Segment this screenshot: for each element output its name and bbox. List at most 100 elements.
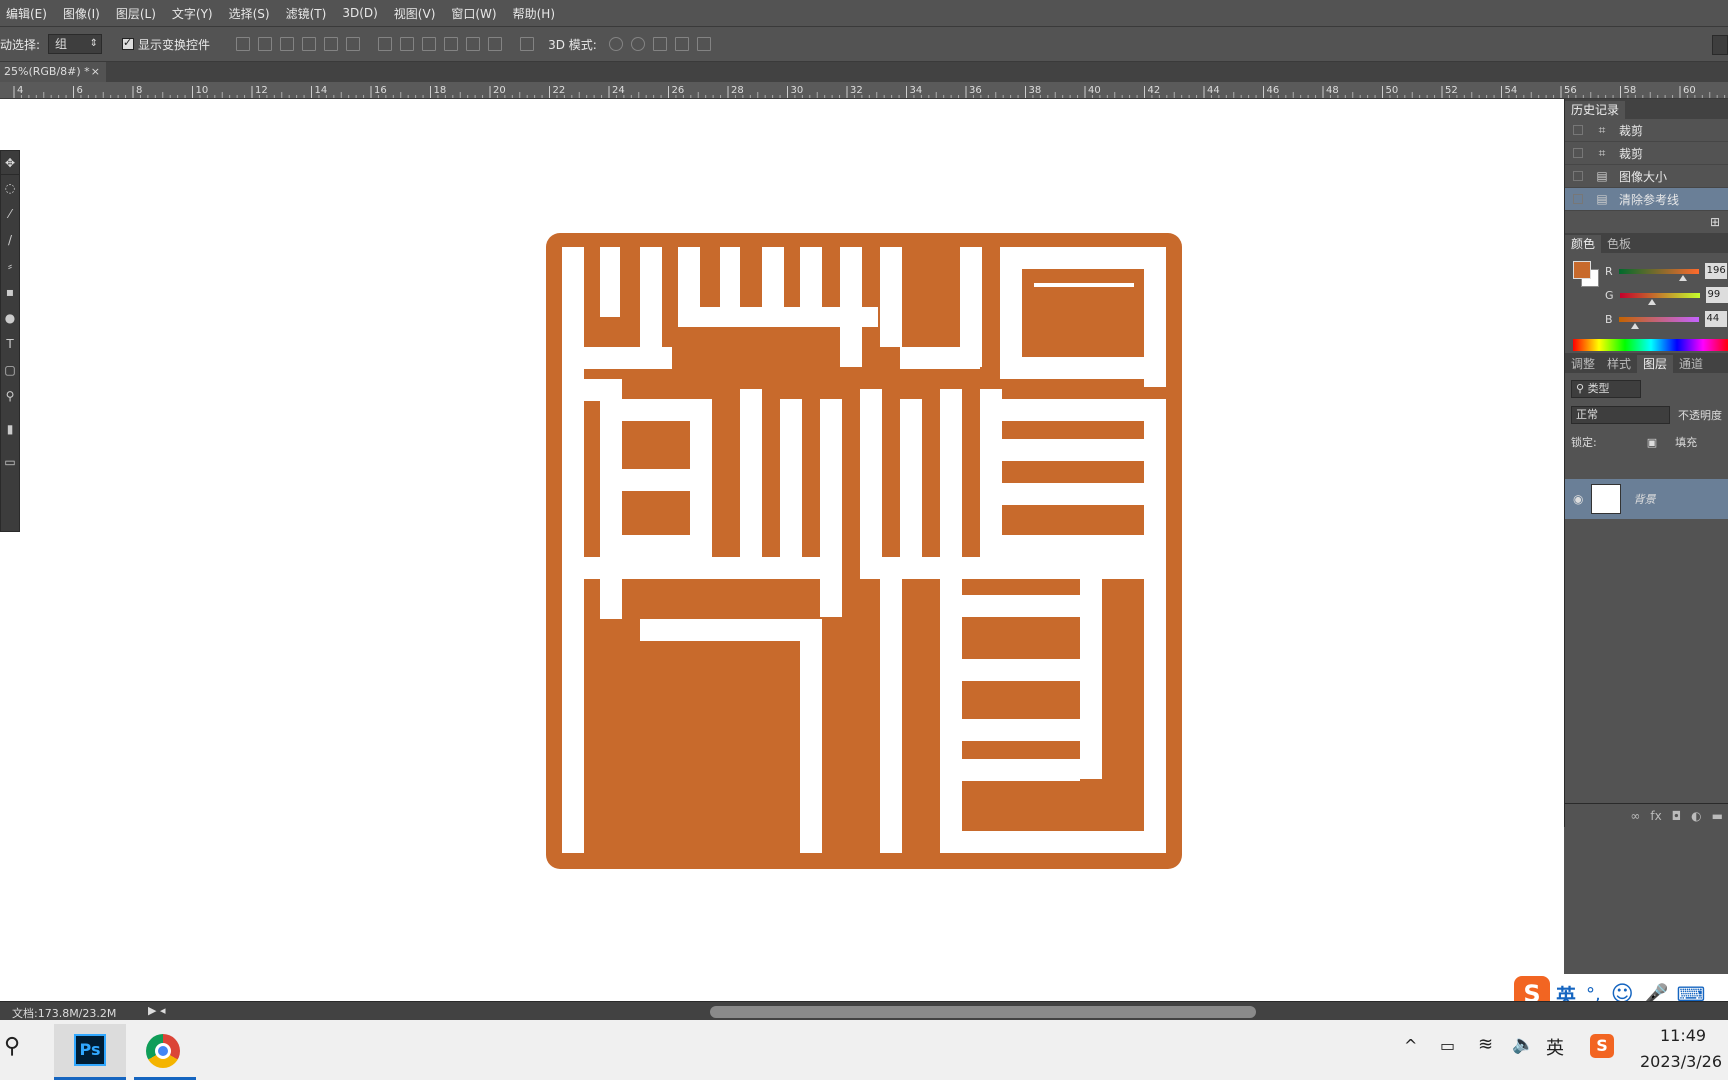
b-slider[interactable]: [1618, 316, 1699, 329]
color-swatch-icon[interactable]: ▮: [1, 409, 19, 449]
ruler-label: 20: [493, 85, 506, 96]
auto-select-dropdown[interactable]: 组: [48, 34, 103, 54]
b-value[interactable]: 44: [1704, 311, 1727, 327]
history-item[interactable]: ⌗ 裁剪: [1565, 142, 1728, 165]
menu-3d[interactable]: 3D(D): [342, 6, 377, 20]
sogou-tray-icon[interactable]: S: [1590, 1034, 1614, 1058]
photoshop-icon: Ps: [74, 1034, 106, 1066]
distribute-vcenter-icon[interactable]: [400, 37, 415, 51]
tab-styles[interactable]: 样式: [1601, 355, 1637, 373]
chrome-icon: [146, 1034, 180, 1068]
dodge-tool-icon[interactable]: ●: [1, 305, 19, 331]
tray-lang[interactable]: 英: [1546, 1034, 1564, 1060]
menu-edit[interactable]: 编辑(E): [6, 5, 47, 22]
auto-align-icon[interactable]: [520, 37, 535, 51]
auto-select-label: 动选择:: [0, 37, 41, 52]
align-left-icon[interactable]: [302, 37, 317, 51]
tab-layers[interactable]: 图层: [1637, 355, 1674, 373]
shape-tool-icon[interactable]: ▢: [1, 357, 19, 383]
zoom-tool-icon[interactable]: ⚲: [1, 383, 19, 409]
document-tab[interactable]: 25%(RGB/8#) * ×: [0, 62, 106, 82]
menu-type[interactable]: 文字(Y): [172, 5, 213, 22]
color-spectrum[interactable]: [1573, 339, 1728, 351]
show-transform-checkbox[interactable]: [122, 36, 135, 50]
eye-icon[interactable]: ◉: [1573, 492, 1583, 506]
drag-3d-icon[interactable]: [652, 37, 667, 51]
tab-adjustments[interactable]: 调整: [1565, 355, 1601, 373]
history-item[interactable]: ▤ 图像大小: [1565, 165, 1728, 188]
align-vcenter-icon[interactable]: [258, 37, 273, 51]
folder-icon[interactable]: ▬: [1712, 809, 1723, 823]
ruler-label: 26: [672, 85, 685, 96]
eyedropper-tool-icon[interactable]: ⁄: [1, 201, 19, 227]
fx-icon[interactable]: fx: [1650, 809, 1661, 823]
mask-icon[interactable]: ◘: [1672, 809, 1682, 823]
history-item[interactable]: ▤ 清除参考线: [1565, 188, 1728, 211]
g-value[interactable]: 99: [1705, 287, 1728, 303]
layer-filter-select[interactable]: ⚲ 类型: [1571, 380, 1641, 398]
type-tool-icon[interactable]: T: [1, 331, 19, 357]
volume-icon[interactable]: 🔈: [1512, 1034, 1534, 1055]
chrome-taskbar-button[interactable]: [134, 1024, 196, 1080]
distribute-top-icon[interactable]: [378, 37, 393, 51]
lasso-tool-icon[interactable]: ◌: [1, 175, 19, 201]
g-slider[interactable]: [1619, 292, 1700, 305]
align-top-icon[interactable]: [236, 37, 251, 51]
clock-time[interactable]: 11:49: [1660, 1026, 1706, 1045]
tab-color[interactable]: 颜色: [1565, 235, 1602, 253]
horizontal-scrollbar[interactable]: [710, 1006, 1256, 1018]
roll-3d-icon[interactable]: [630, 37, 645, 51]
align-bottom-icon[interactable]: [280, 37, 295, 51]
g-row: G 99: [1605, 283, 1728, 307]
slide-3d-icon[interactable]: [674, 37, 689, 51]
align-hcenter-icon[interactable]: [324, 37, 339, 51]
r-slider[interactable]: [1618, 268, 1699, 281]
menu-filter[interactable]: 滤镜(T): [286, 5, 327, 22]
wifi-icon[interactable]: ≋: [1478, 1034, 1493, 1055]
distribute-hcenter-icon[interactable]: [466, 37, 481, 51]
r-value[interactable]: 196: [1704, 263, 1727, 279]
menu-help[interactable]: 帮助(H): [513, 5, 555, 22]
color-sliders: R 196 G 99 B 44: [1605, 259, 1728, 331]
foreground-color-swatch[interactable]: [1573, 261, 1591, 279]
history-brush-icon[interactable]: ⸗: [1, 253, 19, 279]
layer-row[interactable]: ◉ 背景: [1565, 479, 1728, 519]
align-right-icon[interactable]: [346, 37, 361, 51]
tab-channels[interactable]: 通道: [1673, 355, 1709, 373]
status-arrow-icon[interactable]: ▶ ◂: [148, 1004, 165, 1017]
battery-icon[interactable]: ▭: [1440, 1036, 1455, 1055]
gradient-tool-icon[interactable]: ▪: [1, 279, 19, 305]
layer-name[interactable]: 背景: [1633, 491, 1655, 507]
search-icon[interactable]: ⚲: [4, 1034, 20, 1059]
canvas[interactable]: [0, 99, 1564, 1001]
menu-view[interactable]: 视图(V): [394, 5, 436, 22]
menu-layer[interactable]: 图层(L): [116, 5, 156, 22]
tab-history[interactable]: 历史记录: [1565, 101, 1626, 119]
new-snapshot-icon[interactable]: ⊞: [1565, 211, 1728, 233]
ruler-label: 50: [1386, 85, 1399, 96]
photoshop-taskbar-button[interactable]: Ps: [54, 1024, 126, 1080]
quick-mask-icon[interactable]: ▭: [1, 449, 19, 475]
workspace-button[interactable]: [1712, 35, 1728, 55]
show-transform-label: 显示变换控件: [138, 37, 211, 52]
menu-image[interactable]: 图像(I): [63, 5, 100, 22]
adjustment-icon[interactable]: ◐: [1691, 809, 1701, 823]
distribute-bottom-icon[interactable]: [422, 37, 437, 51]
brush-tool-icon[interactable]: /: [1, 227, 19, 253]
tab-swatches[interactable]: 色板: [1601, 235, 1637, 253]
ruler-label: 30: [791, 85, 804, 96]
camera-3d-icon[interactable]: [696, 37, 711, 51]
menu-window[interactable]: 窗口(W): [451, 5, 496, 22]
tray-chevron-icon[interactable]: ^: [1404, 1036, 1417, 1055]
distribute-right-icon[interactable]: [488, 37, 503, 51]
history-item[interactable]: ⌗ 裁剪: [1565, 119, 1728, 142]
distribute-left-icon[interactable]: [444, 37, 459, 51]
clock-date[interactable]: 2023/3/26: [1640, 1052, 1722, 1071]
lock-icon[interactable]: ▣: [1647, 436, 1657, 449]
close-icon[interactable]: ×: [91, 62, 100, 82]
rotate-3d-icon[interactable]: [608, 37, 623, 51]
link-icon[interactable]: ∞: [1630, 809, 1640, 823]
move-tool-icon[interactable]: ✥: [1, 151, 19, 175]
blend-mode-select[interactable]: 正常: [1571, 406, 1670, 424]
menu-select[interactable]: 选择(S): [229, 5, 270, 22]
